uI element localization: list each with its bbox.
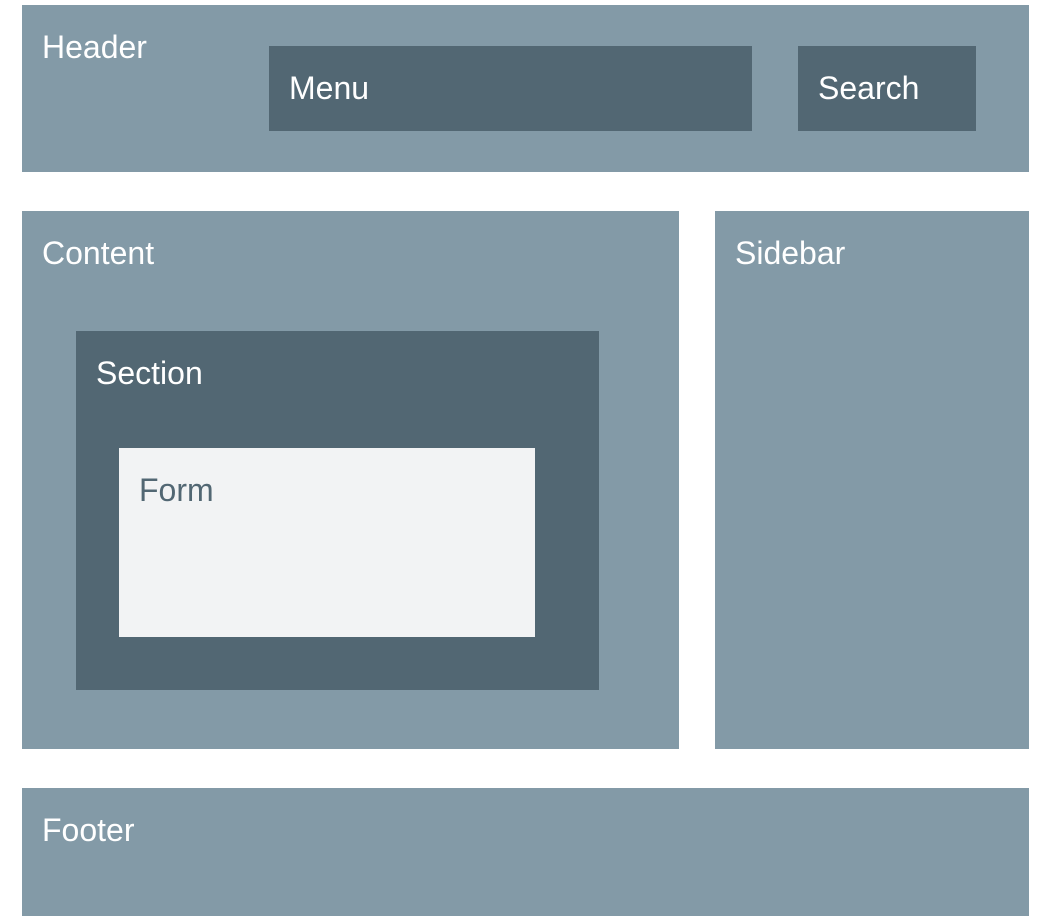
layout-diagram: Header Menu Search Content Section Form …	[0, 0, 1038, 916]
search-block: Search	[798, 46, 976, 131]
sidebar-region: Sidebar	[715, 211, 1029, 749]
content-label: Content	[42, 235, 155, 271]
form-label: Form	[139, 472, 214, 508]
footer-label: Footer	[42, 812, 135, 848]
search-label: Search	[818, 70, 920, 106]
menu-label: Menu	[289, 70, 370, 106]
form-block: Form	[119, 448, 535, 637]
sidebar-label: Sidebar	[735, 235, 846, 271]
section-label: Section	[96, 355, 203, 391]
header-label: Header	[42, 29, 147, 65]
menu-block: Menu	[269, 46, 752, 131]
footer-region: Footer	[22, 788, 1029, 916]
